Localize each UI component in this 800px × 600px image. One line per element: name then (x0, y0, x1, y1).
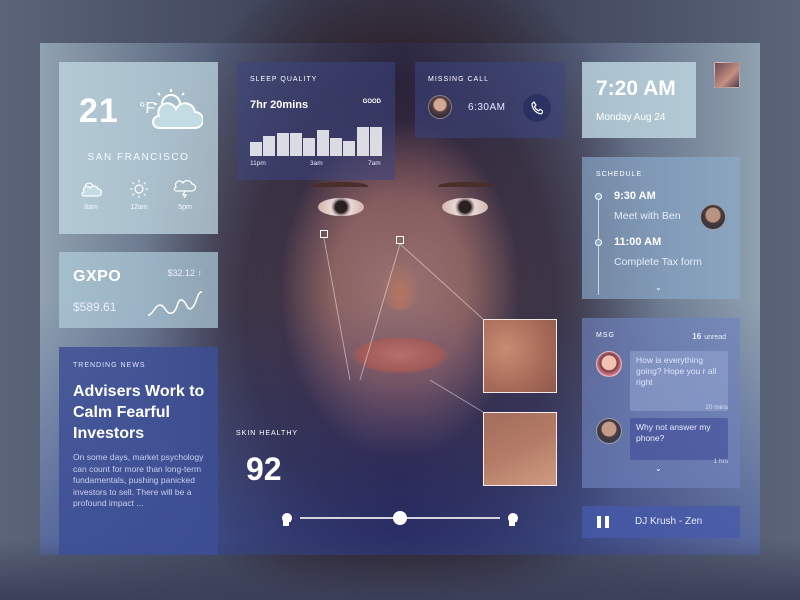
forecast-time: 12am (130, 204, 148, 211)
city-name: SAN FRANCISCO (87, 152, 190, 163)
clock-widget: 7:20 AM Monday Aug 24 (582, 62, 696, 138)
old-head-icon (508, 513, 518, 526)
call-back-button[interactable] (523, 94, 551, 122)
sleep-bar (356, 127, 369, 156)
event-time: 9:30 AM (614, 190, 656, 202)
sender-avatar (596, 351, 622, 377)
skin-label: SKIN HEALTHY (236, 430, 299, 437)
stock-price: $589.61 (73, 300, 117, 314)
missed-call-time: 6:30AM (468, 102, 506, 113)
stock-widget[interactable]: GXPO $32.12 ↑ $589.61 (59, 252, 218, 328)
event-title[interactable]: Complete Tax form (614, 256, 702, 268)
sleep-bar-chart (250, 126, 382, 156)
missed-call-widget[interactable]: MISSING CALL 6:30AM (415, 62, 565, 138)
stock-sparkline (147, 291, 203, 316)
event-title[interactable]: Meet with Ben (614, 210, 681, 222)
sleep-bar (290, 133, 302, 156)
unread-number: 16 (692, 332, 702, 341)
unread-label: unread (704, 334, 726, 341)
message-timestamp: 1 hrs (713, 458, 728, 465)
age-slider[interactable] (280, 508, 520, 528)
news-tag: TRENDING NEWS (73, 362, 146, 369)
sleep-bar (276, 133, 289, 156)
skin-score: 92 (246, 451, 282, 487)
track-title: DJ Krush - Zen (635, 516, 703, 527)
sleep-grade: GOOD (362, 99, 381, 105)
music-player[interactable]: DJ Krush - Zen (582, 506, 740, 538)
temperature: 21 (79, 92, 119, 130)
schedule-widget[interactable]: SCHEDULE 9:30 AM Meet with Ben 11:00 AM … (582, 157, 740, 299)
sleep-bar (316, 130, 329, 156)
stock-symbol: GXPO (73, 268, 122, 285)
clock-time: 7:20 AM (596, 77, 676, 100)
weather-widget[interactable]: 21 °F SAN FRANCISCO 8am 12am 5pm (59, 62, 218, 234)
sleep-title: SLEEP QUALITY (250, 76, 318, 83)
messages-title: MSG (596, 332, 615, 339)
partly-cloudy-icon (152, 89, 203, 129)
partly-cloudy-icon (81, 182, 102, 197)
forecast-item: 8am (71, 180, 111, 211)
caller-avatar (428, 95, 452, 119)
sleep-quality-widget[interactable]: SLEEP QUALITY 7hr 20mins GOOD 11pm 3am 7… (237, 62, 395, 180)
trending-news-widget[interactable]: TRENDING NEWS Advisers Work to Calm Fear… (59, 347, 218, 555)
sleep-duration: 7hr 20mins (250, 99, 309, 111)
news-body: On some days, market psychology can coun… (73, 452, 204, 508)
event-time: 11:00 AM (614, 236, 662, 248)
messages-widget[interactable]: MSG 16 unread How is everything going? Ho… (582, 318, 740, 488)
timeline-dot (595, 239, 602, 246)
user-avatar[interactable] (714, 62, 740, 88)
unread-count: 16 unread (692, 332, 726, 341)
chevron-down-icon[interactable]: ⌄ (655, 283, 662, 292)
young-head-icon (282, 513, 292, 526)
phone-icon (531, 101, 543, 115)
forecast-item: 5pm (165, 180, 205, 211)
skin-zoom-neck[interactable] (483, 412, 557, 486)
sleep-tick: 3am (310, 160, 323, 167)
stock-change: $32.12 ↑ (167, 268, 202, 278)
sleep-tick: 7am (368, 160, 381, 167)
chevron-down-icon[interactable]: ⌄ (655, 464, 662, 473)
sun-icon (130, 180, 148, 198)
message-bubble[interactable]: Why not answer my phone? (630, 418, 728, 460)
sleep-bar (330, 138, 342, 156)
news-headline[interactable]: Advisers Work to Calm Fearful Investors (73, 381, 213, 444)
timeline-dot (595, 193, 602, 200)
forecast-time: 8am (84, 204, 98, 211)
sleep-tick: 11pm (250, 160, 266, 167)
sleep-bar (303, 138, 316, 156)
message-timestamp: 20 mins (705, 404, 728, 411)
clock-date: Monday Aug 24 (596, 112, 666, 123)
pause-icon[interactable] (597, 516, 609, 528)
slider-knob[interactable] (393, 511, 407, 525)
forecast-item: 12am (119, 180, 159, 211)
sleep-bar (370, 127, 382, 156)
message-bubble[interactable]: How is everything going? Hope you r all … (630, 351, 728, 411)
sleep-bar (263, 136, 276, 156)
sleep-bar (343, 141, 356, 156)
event-avatar (700, 204, 726, 230)
forecast-time: 5pm (178, 204, 192, 211)
skin-zoom-cheek[interactable] (483, 319, 557, 393)
thunder-cloud-icon (173, 180, 197, 198)
sender-avatar (596, 418, 622, 444)
schedule-title: SCHEDULE (596, 171, 643, 178)
missed-call-title: MISSING CALL (428, 76, 490, 83)
sleep-bar (250, 142, 262, 156)
